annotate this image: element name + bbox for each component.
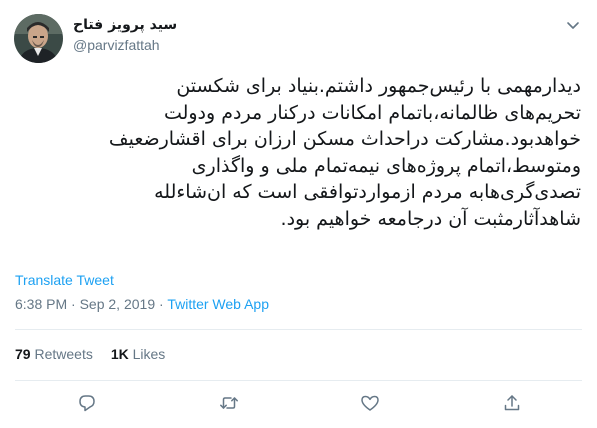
tweet-meta: 6:38 PM · Sep 2, 2019 · Twitter Web App — [15, 296, 269, 312]
meta-separator: · — [71, 296, 76, 312]
retweet-icon[interactable] — [219, 393, 239, 413]
retweets-stat[interactable]: 79 Retweets — [15, 346, 93, 362]
author-display-name[interactable]: سید پرویز فتاح — [73, 15, 177, 35]
likes-count: 1K — [110, 346, 129, 362]
tweet-text-line: تصدی‌گری‌هابه مردم ازمواردتوافقی است که … — [154, 181, 581, 203]
divider — [15, 329, 582, 330]
likes-label: Likes — [132, 346, 166, 362]
tweet-stats: 79 Retweets 1K Likes — [15, 346, 165, 362]
heart-icon[interactable] — [360, 393, 380, 413]
retweets-label: Retweets — [34, 346, 93, 362]
tweet: سید پرویز فتاح @parvizfattah دیدارمهمی ب… — [0, 0, 597, 428]
tweet-text-line: شاهدآثارمثبت آن درجامعه خواهیم بود. — [280, 207, 581, 230]
tweet-text-line: تحریم‌های ظالمانه،باتمام امکانات درکنار … — [163, 101, 581, 124]
author-handle[interactable]: @parvizfattah — [73, 35, 177, 55]
tweet-text-line: دیدارمهمی با رئیس‌جمهور داشتم.بنیاد برای… — [176, 75, 581, 97]
tweet-source-link[interactable]: Twitter Web App — [167, 296, 269, 312]
tweet-date[interactable]: Sep 2, 2019 — [80, 296, 156, 312]
divider — [15, 380, 582, 381]
reply-icon[interactable] — [77, 393, 97, 413]
meta-separator: · — [159, 296, 164, 312]
author-block[interactable]: سید پرویز فتاح @parvizfattah — [73, 15, 177, 55]
likes-stat[interactable]: 1K Likes — [111, 346, 165, 362]
chevron-down-icon[interactable] — [564, 16, 582, 34]
share-icon[interactable] — [502, 393, 522, 413]
avatar-image — [14, 14, 63, 63]
tweet-text-line: ومتوسط،اتمام پروژه‌های نیمه‌تمام ملی و و… — [191, 154, 581, 177]
tweet-time[interactable]: 6:38 PM — [15, 296, 67, 312]
retweets-count: 79 — [15, 346, 31, 362]
translate-tweet-link[interactable]: Translate Tweet — [15, 272, 114, 288]
tweet-text: دیدارمهمی با رئیس‌جمهور داشتم.بنیاد برای… — [14, 73, 581, 232]
avatar[interactable] — [14, 14, 63, 63]
tweet-text-line: خواهدبود.مشارکت دراحداث مسکن ارزان برای … — [108, 128, 581, 150]
